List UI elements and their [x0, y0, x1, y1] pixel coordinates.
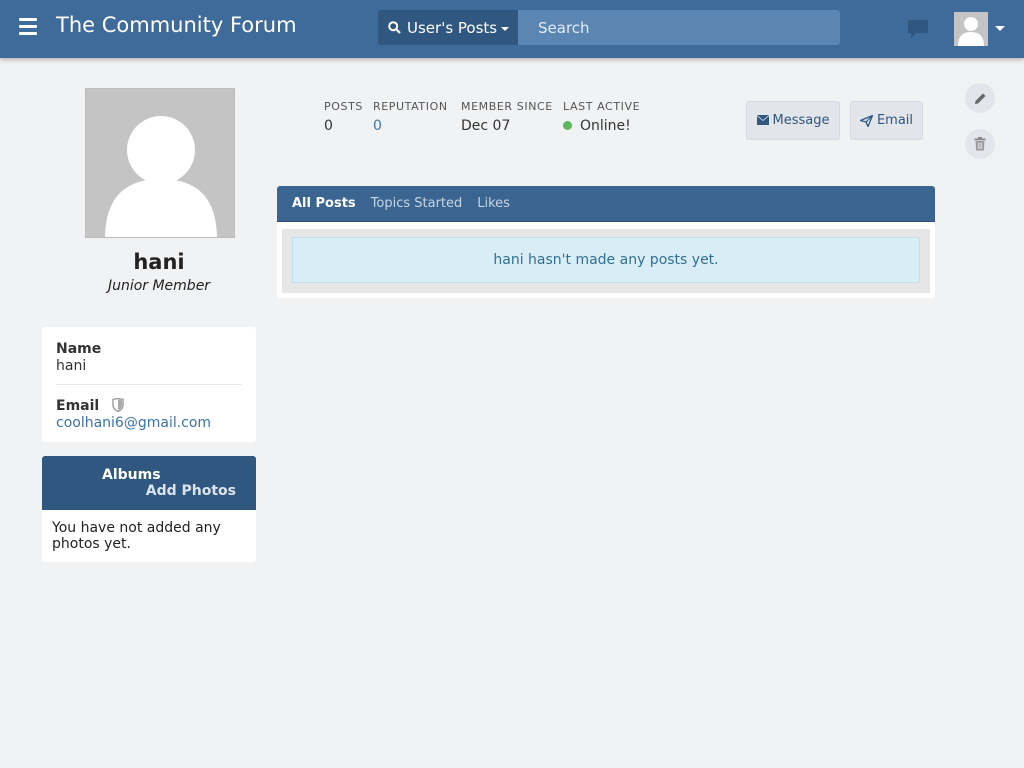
menu-icon[interactable]	[19, 18, 37, 36]
albums-header: Albums Add Photos	[42, 456, 256, 510]
name-value: hani	[56, 358, 87, 374]
online-status-text: Online!	[580, 118, 631, 134]
stat-reputation: Reputation 0	[373, 100, 448, 134]
search-icon	[388, 21, 401, 34]
divider	[56, 384, 242, 385]
stat-posts: Posts 0	[324, 100, 363, 134]
edit-profile-button[interactable]	[965, 83, 995, 113]
online-status: Online!	[563, 118, 640, 134]
trash-icon	[974, 137, 986, 151]
envelope-icon	[756, 115, 769, 125]
stat-value: Dec 07	[461, 118, 511, 134]
search-input[interactable]	[518, 10, 840, 45]
message-button[interactable]: Message	[746, 101, 840, 140]
stat-label: Posts	[324, 100, 363, 113]
albums-card: Albums Add Photos You have not added any…	[42, 456, 256, 562]
tab-content: hani hasn't made any posts yet.	[282, 229, 930, 293]
email-button-label: Email	[876, 113, 914, 128]
profile-username: hani	[133, 250, 185, 274]
stat-last-active: Last Active Online!	[563, 100, 640, 134]
name-label: Name	[56, 341, 102, 357]
search-scope-dropdown[interactable]: User's Posts	[378, 10, 518, 45]
email-label: Email	[56, 398, 100, 414]
tab-likes[interactable]: Likes	[477, 196, 510, 211]
profile-rank: Junior Member	[107, 278, 211, 294]
tab-topics-started[interactable]: Topics Started	[371, 196, 463, 211]
albums-title: Albums	[102, 467, 161, 483]
top-navbar: The Community Forum User's Posts	[0, 0, 1024, 58]
send-icon	[859, 114, 873, 127]
stat-value: 0	[324, 118, 333, 134]
stat-label: Reputation	[373, 100, 448, 113]
email-link[interactable]: coolhani6@gmail.com	[56, 415, 242, 431]
albums-empty-text: You have not added any photos yet.	[52, 520, 221, 552]
stat-label: Last Active	[563, 100, 641, 113]
stat-member-since: Member Since Dec 07	[461, 100, 553, 134]
posts-panel: All Posts Topics Started Likes hani hasn…	[277, 186, 935, 298]
shield-icon	[112, 398, 124, 412]
user-avatar	[954, 12, 988, 46]
reputation-link[interactable]: 0	[373, 118, 448, 134]
tabs-bar: All Posts Topics Started Likes	[277, 186, 935, 222]
pencil-icon	[974, 93, 985, 104]
message-button-label: Message	[772, 113, 830, 128]
user-menu-dropdown[interactable]	[954, 12, 1006, 46]
online-indicator-icon	[563, 121, 572, 130]
delete-account-button[interactable]	[965, 129, 995, 159]
email-button[interactable]: Email	[850, 101, 923, 140]
profile-avatar	[85, 88, 235, 238]
stat-label: Member Since	[461, 100, 553, 113]
add-photos-link[interactable]: Add Photos	[146, 483, 236, 499]
tab-all-posts[interactable]: All Posts	[292, 196, 356, 211]
caret-down-icon	[995, 26, 1005, 31]
chat-icon[interactable]	[907, 19, 929, 39]
site-title[interactable]: The Community Forum	[56, 13, 297, 37]
caret-down-icon	[501, 26, 510, 31]
search-scope-label: User's Posts	[407, 18, 498, 37]
no-posts-alert: hani hasn't made any posts yet.	[292, 237, 920, 283]
profile-info-card: Name hani Email coolhani6@gmail.com	[42, 327, 256, 442]
